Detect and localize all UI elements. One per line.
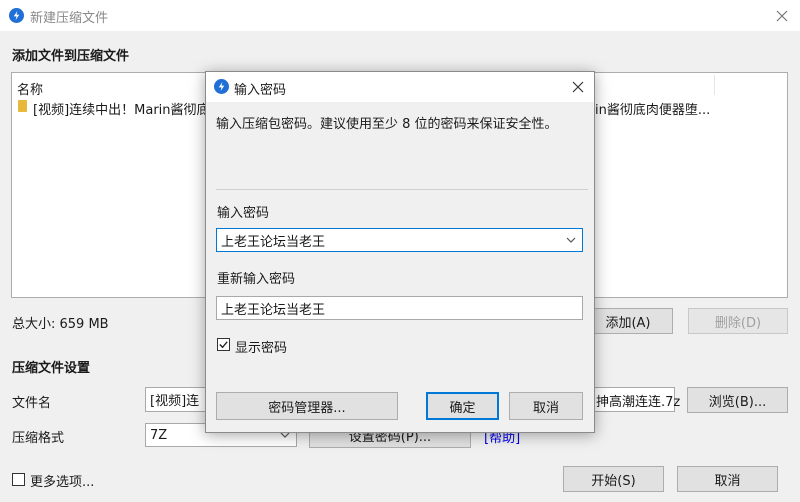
dialog-separator [216, 189, 588, 190]
more-options-label[interactable]: 更多选项... [30, 471, 94, 490]
password-label: 输入密码 [217, 206, 270, 221]
dialog-close-icon[interactable] [570, 79, 586, 95]
show-password-label[interactable]: 显示密码 [235, 337, 287, 356]
filename-value-end: 抻高潮连连.7z [596, 395, 681, 410]
reenter-password-label: 重新输入密码 [217, 272, 296, 287]
filename-value-start: [视频]连 [150, 394, 200, 409]
password-manager-button[interactable]: 密码管理器... [216, 392, 398, 420]
add-files-heading: 添加文件到压缩文件 [12, 49, 130, 64]
file-item-name[interactable]: [视频]连续中出！Marin酱彻底 [33, 99, 210, 118]
window-title: 新建压缩文件 [30, 11, 109, 26]
show-password-checkbox[interactable] [217, 338, 230, 351]
password-dialog: 输入密码 输入压缩包密码。建议使用至少 8 位的密码来保证安全性。 输入密码 上… [205, 71, 595, 433]
main-title-bar: 新建压缩文件 [0, 0, 800, 31]
delete-button[interactable]: 删除(D) [688, 308, 788, 334]
add-button[interactable]: 添加(A) [583, 308, 673, 334]
column-header-name[interactable]: 名称 [17, 79, 43, 98]
app-logo-icon [9, 8, 24, 23]
column-divider [714, 75, 715, 95]
reenter-password-value: 上老王论坛当老王 [221, 302, 326, 318]
password-input[interactable]: 上老王论坛当老王 [216, 228, 583, 252]
total-size: 总大小: 659 MB [12, 317, 109, 332]
dialog-title-bar: 输入密码 [206, 72, 594, 102]
dialog-description: 输入压缩包密码。建议使用至少 8 位的密码来保证安全性。 [216, 117, 558, 132]
browse-button[interactable]: 浏览(B)... [687, 387, 788, 413]
dialog-title: 输入密码 [234, 83, 287, 98]
close-icon[interactable] [774, 8, 790, 24]
settings-heading: 压缩文件设置 [12, 361, 91, 376]
reenter-password-input[interactable]: 上老王论坛当老王 [216, 296, 583, 320]
folder-icon [18, 100, 27, 112]
dialog-logo-icon [214, 79, 229, 94]
more-options-checkbox[interactable] [12, 473, 25, 486]
dialog-cancel-button[interactable]: 取消 [509, 392, 583, 420]
start-button[interactable]: 开始(S) [563, 466, 664, 492]
password-value: 上老王论坛当老王 [221, 234, 326, 250]
main-cancel-button[interactable]: 取消 [677, 466, 778, 492]
checkmark-icon [219, 341, 228, 349]
file-item-name-tail: in酱彻底肉便器堕... [595, 103, 711, 118]
chevron-down-icon[interactable] [566, 236, 576, 244]
format-label: 压缩格式 [12, 431, 65, 446]
ok-button[interactable]: 确定 [426, 392, 499, 420]
format-value: 7Z [150, 427, 168, 443]
filename-label: 文件名 [12, 396, 52, 411]
